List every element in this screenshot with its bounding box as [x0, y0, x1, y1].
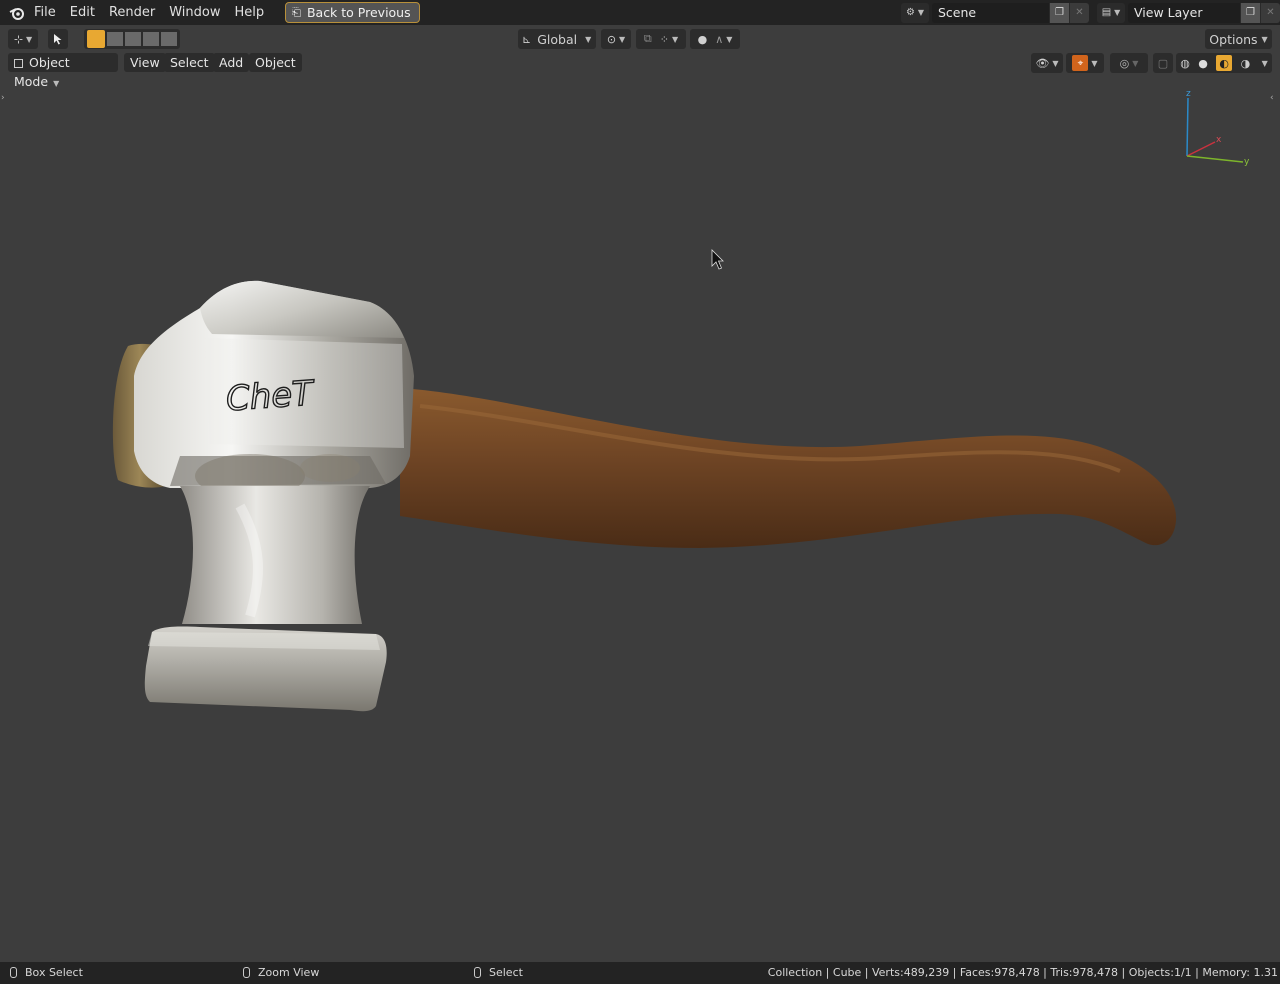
hammer-engraving: CheT	[225, 373, 317, 419]
menu-select[interactable]: Select	[164, 53, 215, 72]
back-to-previous-label: Back to Previous	[306, 5, 411, 20]
solid-shading-icon[interactable]: ●	[1198, 57, 1208, 70]
top-menu-bar: File Edit Render Window Help ⎗ Back to P…	[0, 0, 1280, 25]
tool-settings-bar: ⊹ ▼ ⊾ Global ▼ ⊙ ▼ ⧉ ⁘ ▼ ● ∧ ▼ Options ▼	[0, 27, 1280, 51]
proportional-edit-icon[interactable]: ●	[698, 33, 708, 46]
view-layer-close-icon[interactable]: ✕	[1260, 2, 1280, 23]
navigation-gizmo[interactable]: z x y	[1186, 89, 1250, 167]
hammer-neck[interactable]	[180, 486, 370, 624]
falloff-icon[interactable]: ∧	[715, 33, 723, 46]
shading-mode-group: ◍ ● ◐ ◑ ▼	[1176, 53, 1272, 73]
back-to-previous-button[interactable]: ⎗ Back to Previous	[285, 2, 420, 23]
snap-group: ⧉ ⁘ ▼	[636, 29, 686, 49]
viewport-canvas[interactable]: CheT › ‹ z x y	[0, 76, 1280, 962]
wireframe-shading-icon[interactable]: ◍	[1180, 57, 1190, 70]
object-mode-icon	[14, 59, 23, 68]
overlays-toggle-icon[interactable]: ◎	[1120, 57, 1130, 70]
scene-statistics: Collection | Cube | Verts:489,239 | Face…	[767, 966, 1278, 979]
view-layer-copy-icon[interactable]: ❐	[1240, 2, 1260, 23]
gizmo-z-label: z	[1186, 89, 1191, 99]
status-left-hint: Box Select	[10, 962, 83, 984]
transform-orientation-dropdown[interactable]: ⊾ Global ▼	[518, 29, 596, 49]
menu-window[interactable]: Window	[162, 2, 227, 24]
scene-browse-icon[interactable]: ⚙ ▼	[901, 2, 929, 23]
gizmo-group: ⌖ ▼	[1066, 53, 1104, 73]
view-layer-name-field[interactable]: View Layer	[1128, 2, 1240, 23]
menu-file[interactable]: File	[27, 2, 63, 24]
shading-options-icon[interactable]: ▼	[1262, 59, 1268, 68]
overlays-group: ◎ ▼	[1110, 53, 1148, 73]
select-subtract-icon[interactable]	[125, 32, 141, 46]
orientation-label: Global	[537, 31, 578, 47]
editor-type-icon[interactable]: ⊹ ▼	[8, 29, 38, 49]
view-layer-browse-icon[interactable]: ▤ ▼	[1097, 2, 1125, 23]
visibility-dropdown-icon[interactable]: 👁 ▼	[1031, 53, 1063, 73]
menu-object[interactable]: Object	[249, 53, 302, 72]
mouse-left-icon	[10, 967, 17, 978]
options-label: Options	[1209, 31, 1258, 47]
hammer-handle[interactable]	[400, 388, 1177, 548]
mouse-cursor-icon	[711, 249, 724, 270]
menu-view[interactable]: View	[124, 53, 166, 72]
select-extend-icon[interactable]	[107, 32, 123, 46]
options-dropdown[interactable]: Options ▼	[1205, 29, 1272, 49]
selection-mode-group	[84, 29, 180, 49]
menu-edit[interactable]: Edit	[63, 2, 102, 24]
select-intersect-icon[interactable]	[161, 32, 177, 46]
rendered-shading-icon[interactable]: ◑	[1241, 57, 1251, 70]
snap-toggle-icon[interactable]: ⧉	[644, 32, 652, 46]
scene-name-field[interactable]: Scene	[932, 2, 1049, 23]
status-bar: Box Select Zoom View Select Collection |…	[0, 962, 1280, 984]
gizmo-x-label: x	[1216, 135, 1222, 145]
mouse-right-icon	[474, 967, 481, 978]
toolbar-expand-icon[interactable]: ›	[1, 93, 5, 103]
orientation-icon: ⊾	[522, 32, 532, 46]
status-select-label: Select	[489, 966, 523, 979]
select-invert-icon[interactable]	[143, 32, 159, 46]
scene-close-icon[interactable]: ✕	[1069, 2, 1089, 23]
gizmo-y-label: y	[1244, 157, 1250, 167]
object-mode-dropdown[interactable]: Object Mode ▼	[8, 53, 118, 89]
back-icon: ⎗	[292, 5, 301, 19]
mouse-middle-icon	[243, 967, 250, 978]
material-preview-shading-icon[interactable]: ◐	[1216, 55, 1233, 71]
3d-viewport[interactable]: CheT › ‹ z x y	[0, 76, 1280, 962]
blender-logo-icon[interactable]	[7, 3, 27, 23]
status-right-hint: Select	[474, 962, 523, 984]
status-box-select-label: Box Select	[25, 966, 83, 979]
xray-toggle-icon[interactable]: ▢	[1153, 53, 1173, 73]
select-tool-icon[interactable]	[48, 29, 68, 49]
status-zoom-view-label: Zoom View	[258, 966, 320, 979]
status-middle-hint: Zoom View	[243, 962, 319, 984]
menu-help[interactable]: Help	[228, 2, 272, 24]
viewport-header: Object Mode ▼ View Select Add Object 👁 ▼ ⌖…	[0, 51, 1280, 89]
menu-render[interactable]: Render	[102, 2, 162, 24]
proportional-edit-group: ● ∧ ▼	[690, 29, 740, 49]
menu-add[interactable]: Add	[213, 53, 250, 72]
scene-copy-icon[interactable]: ❐	[1049, 2, 1069, 23]
snap-element-icon[interactable]: ⁘	[660, 33, 669, 46]
gizmo-toggle-icon[interactable]: ⌖	[1072, 55, 1089, 71]
select-new-icon[interactable]	[87, 30, 105, 48]
scene-selector-group: ⚙ ▼ Scene ❐ ✕ ▤ ▼ View Layer ❐ ✕	[901, 2, 1280, 23]
sidebar-expand-icon[interactable]: ‹	[1270, 93, 1274, 103]
pivot-point-icon[interactable]: ⊙ ▼	[601, 29, 631, 49]
